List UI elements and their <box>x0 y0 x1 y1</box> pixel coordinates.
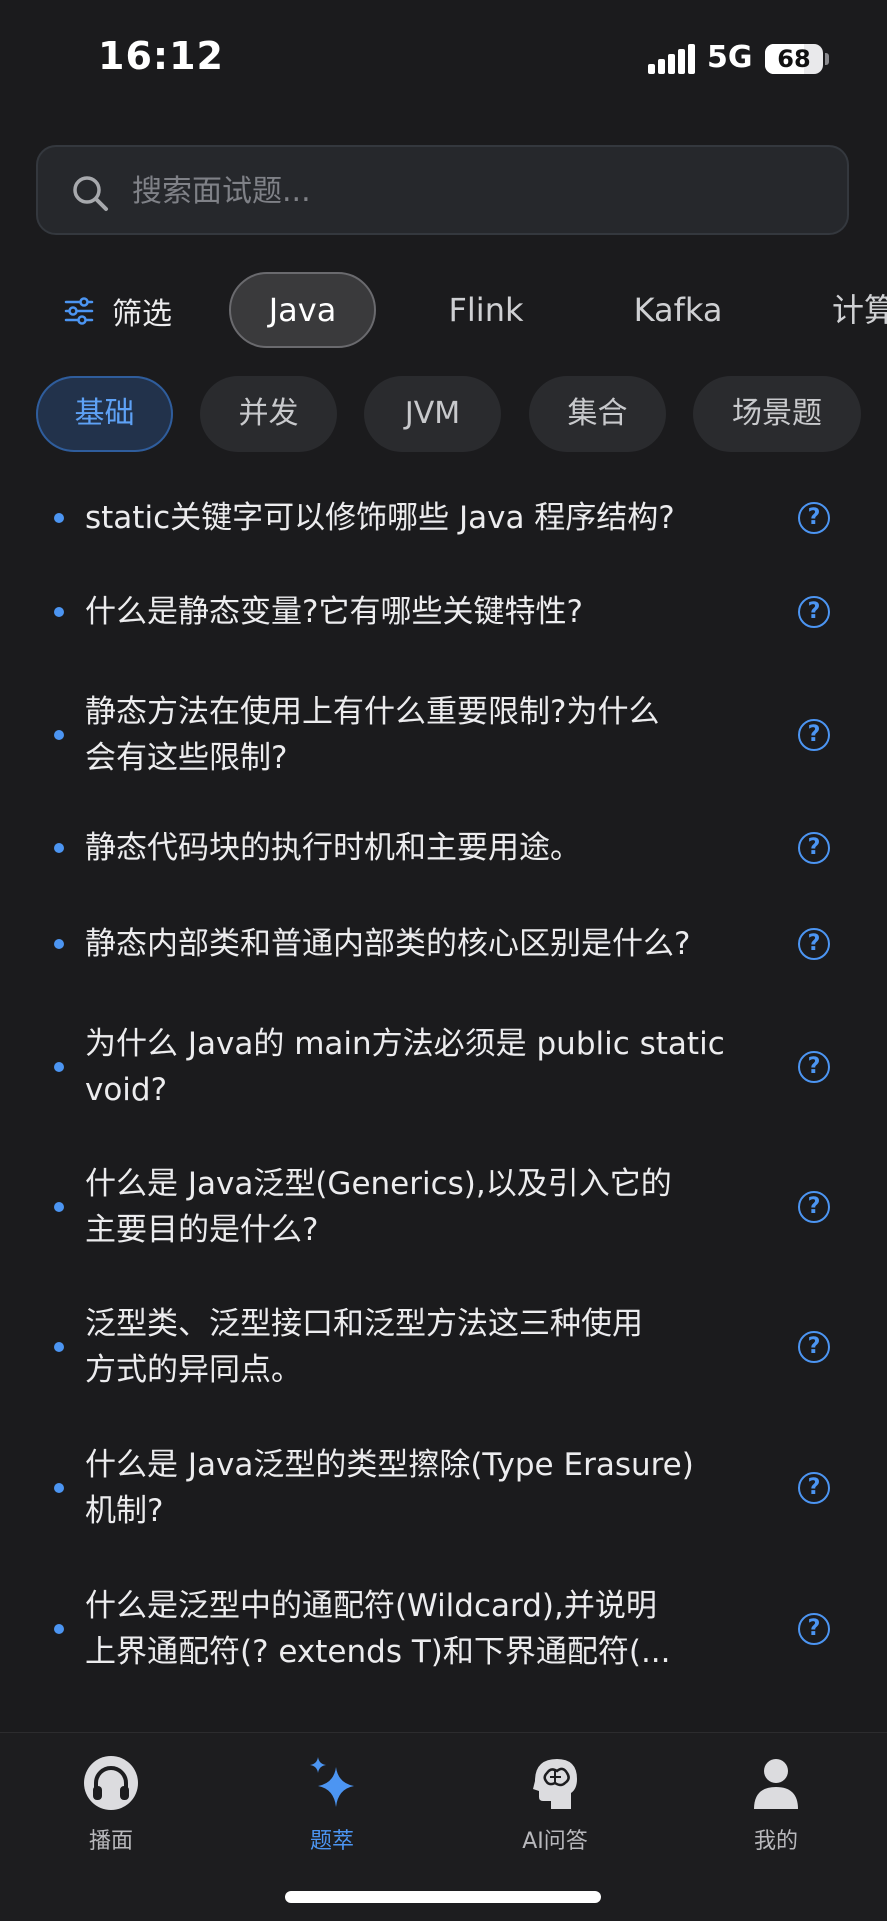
help-circle-icon[interactable]: ? <box>798 502 830 534</box>
question-text-line: 方式的异同点。 <box>85 1352 302 1388</box>
search-icon <box>73 176 108 211</box>
tab-label: 题萃 <box>309 1829 354 1854</box>
question-text-line: 什么是 Java泛型(Generics),以及引入它的 <box>85 1166 672 1202</box>
question-text-line: 主要目的是什么? <box>85 1212 319 1248</box>
question-item[interactable]: 什么是 Java泛型(Generics),以及引入它的 主要目的是什么?? <box>0 1142 887 1272</box>
network-label: 5G <box>707 40 753 75</box>
question-item[interactable]: 静态内部类和普通内部类的核心区别是什么?? <box>0 896 887 992</box>
status-time: 16:12 <box>98 34 224 78</box>
category-tabs: 筛选 Java Flink Kafka 计算 <box>0 270 887 352</box>
bullet-dot <box>54 1483 64 1493</box>
question-text-line: 机制? <box>85 1493 164 1529</box>
question-item[interactable]: 什么是静态变量?它有哪些关键特性?? <box>0 564 887 660</box>
battery-nub <box>825 53 829 65</box>
filter-label: 筛选 <box>112 297 172 332</box>
question-item[interactable]: 为什么 Java的 main方法必须是 public static void?? <box>0 1002 887 1132</box>
bullet-dot <box>54 1202 64 1212</box>
help-circle-icon[interactable]: ? <box>798 928 830 960</box>
tab-label: 播面 <box>88 1829 133 1854</box>
category-tab-compute[interactable]: 计算 <box>832 272 887 348</box>
category-tab-java[interactable]: Java <box>229 272 376 348</box>
search-box[interactable] <box>36 145 849 235</box>
question-text: 什么是 Java泛型(Generics),以及引入它的 主要目的是什么? <box>85 1161 745 1253</box>
question-text-line: void? <box>85 1072 168 1108</box>
tab-question-bank[interactable]: 题萃 <box>242 1733 422 1854</box>
question-text-line: 静态方法在使用上有什么重要限制?为什么 <box>85 694 660 730</box>
bullet-dot <box>54 513 64 523</box>
question-item[interactable]: 泛型类、泛型接口和泛型方法这三种使用 方式的异同点。? <box>0 1282 887 1412</box>
ai-brain-icon <box>533 1759 577 1809</box>
bullet-dot <box>54 1062 64 1072</box>
bullet-dot <box>54 1624 64 1634</box>
subcategory-tab-jvm[interactable]: JVM <box>364 376 501 452</box>
category-tab-kafka[interactable]: Kafka <box>618 272 738 348</box>
bullet-dot <box>54 1342 64 1352</box>
battery-percent: 68 <box>777 45 811 73</box>
bullet-dot <box>54 607 64 617</box>
help-circle-icon[interactable]: ? <box>798 1613 830 1645</box>
question-text-line: 为什么 Java的 main方法必须是 public static <box>85 1026 725 1062</box>
status-bar: 16:12 5G 68 <box>0 0 887 120</box>
question-text: 什么是泛型中的通配符(Wildcard),并说明 上界通配符(? extends … <box>85 1583 745 1675</box>
help-circle-icon[interactable]: ? <box>798 832 830 864</box>
help-circle-icon[interactable]: ? <box>798 596 830 628</box>
question-item[interactable]: 静态代码块的执行时机和主要用途。? <box>0 800 887 896</box>
question-text-line: 静态内部类和普通内部类的核心区别是什么? <box>85 926 691 962</box>
question-text: static关键字可以修饰哪些 Java 程序结构? <box>85 495 745 541</box>
subcategory-tabs: 基础 并发 JVM 集合 场景题 <box>0 376 887 456</box>
search-input[interactable] <box>130 147 824 235</box>
home-indicator <box>285 1891 601 1903</box>
filter-sliders-icon <box>64 297 94 325</box>
tab-ai-qa[interactable]: AI问答 <box>465 1733 645 1854</box>
question-text: 静态内部类和普通内部类的核心区别是什么? <box>85 921 745 967</box>
signal-icon <box>648 44 695 74</box>
question-text-line: 什么是 Java泛型的类型擦除(Type Erasure) <box>85 1447 694 1483</box>
person-icon <box>754 1759 798 1809</box>
question-text-line: 泛型类、泛型接口和泛型方法这三种使用 <box>85 1306 643 1342</box>
subcategory-tab-basics[interactable]: 基础 <box>36 376 173 452</box>
help-circle-icon[interactable]: ? <box>798 1472 830 1504</box>
headphones-icon <box>84 1756 138 1810</box>
bullet-dot <box>54 939 64 949</box>
category-tab-flink[interactable]: Flink <box>426 272 546 348</box>
question-item[interactable]: 静态方法在使用上有什么重要限制?为什么 会有这些限制?? <box>0 670 887 800</box>
question-item[interactable]: 什么是泛型中的通配符(Wildcard),并说明 上界通配符(? extends … <box>0 1564 887 1694</box>
subcategory-tab-concurrency[interactable]: 并发 <box>200 376 337 452</box>
filter-button[interactable]: 筛选 <box>64 284 172 338</box>
tab-interview-audio[interactable]: 播面 <box>21 1733 201 1854</box>
question-item[interactable]: 什么是 Java泛型的类型擦除(Type Erasure) 机制?? <box>0 1423 887 1553</box>
question-item[interactable]: static关键字可以修饰哪些 Java 程序结构?? <box>0 470 887 566</box>
question-text: 什么是 Java泛型的类型擦除(Type Erasure) 机制? <box>85 1442 745 1534</box>
question-text: 静态方法在使用上有什么重要限制?为什么 会有这些限制? <box>85 689 745 781</box>
question-text-line: 静态代码块的执行时机和主要用途。 <box>85 830 581 866</box>
help-circle-icon[interactable]: ? <box>798 1331 830 1363</box>
bullet-dot <box>54 843 64 853</box>
question-text-line: static关键字可以修饰哪些 Java 程序结构? <box>85 500 675 536</box>
question-text-line: 什么是静态变量?它有哪些关键特性? <box>85 594 583 630</box>
help-circle-icon[interactable]: ? <box>798 719 830 751</box>
question-text-line: 什么是泛型中的通配符(Wildcard),并说明 <box>85 1588 657 1624</box>
question-text: 什么是静态变量?它有哪些关键特性? <box>85 589 745 635</box>
question-text: 静态代码块的执行时机和主要用途。 <box>85 825 745 871</box>
help-circle-icon[interactable]: ? <box>798 1051 830 1083</box>
subcategory-tab-scenarios[interactable]: 场景题 <box>693 376 861 452</box>
tab-label: AI问答 <box>522 1829 588 1854</box>
sparkle-icon <box>310 1757 354 1807</box>
help-circle-icon[interactable]: ? <box>798 1191 830 1223</box>
tab-profile[interactable]: 我的 <box>686 1733 866 1854</box>
battery-icon: 68 <box>765 44 823 74</box>
question-text: 泛型类、泛型接口和泛型方法这三种使用 方式的异同点。 <box>85 1301 745 1393</box>
question-text-line: 上界通配符(? extends T)和下界通配符(... <box>85 1634 671 1670</box>
question-text: 为什么 Java的 main方法必须是 public static void? <box>85 1021 745 1113</box>
subcategory-tab-collections[interactable]: 集合 <box>529 376 666 452</box>
tab-label: 我的 <box>753 1829 798 1854</box>
question-text-line: 会有这些限制? <box>85 740 288 776</box>
bullet-dot <box>54 730 64 740</box>
